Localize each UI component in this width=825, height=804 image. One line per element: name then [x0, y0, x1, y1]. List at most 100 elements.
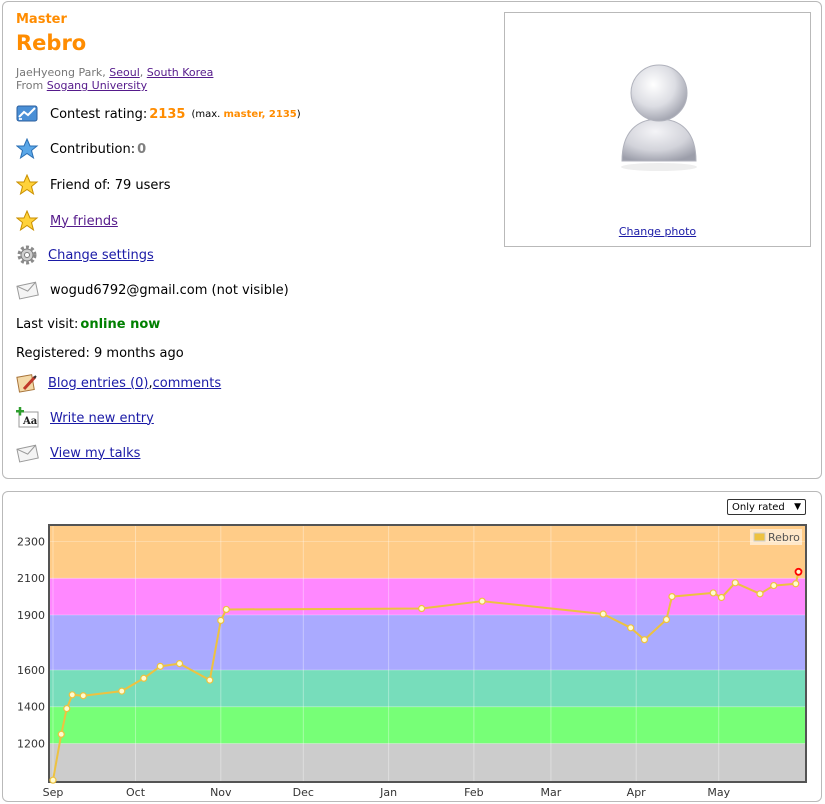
rating-band: [49, 743, 806, 782]
view-my-talks-link[interactable]: View my talks: [50, 446, 140, 461]
rating-band: [49, 578, 806, 615]
rating-point: [63, 704, 71, 713]
write-entry-row: Aa Write new entry: [16, 407, 154, 429]
default-avatar-icon[interactable]: [618, 63, 700, 175]
blog-notepad-icon: [16, 372, 38, 394]
contest-rating-value: 2135: [149, 106, 186, 122]
email-row: wogud6792@gmail.com (not visible): [16, 279, 289, 301]
rating-point: [175, 659, 184, 668]
rating-point: [222, 605, 230, 614]
y-tick-label: 2100: [17, 572, 45, 585]
rating-point: [640, 636, 649, 644]
y-tick-label: 2300: [17, 536, 45, 549]
rating-point: [79, 692, 87, 700]
rating-point: [792, 580, 800, 588]
profile-card: Master Rebro JaeHyeong Park, Seoul, Sout…: [2, 1, 822, 479]
rating-graph-icon: [16, 103, 40, 125]
organization-link[interactable]: Sogang University: [47, 79, 147, 92]
y-tick-label: 1600: [17, 664, 45, 677]
rating-point: [794, 567, 803, 576]
x-tick-label: Sep: [43, 786, 64, 799]
x-tick-label: Apr: [627, 786, 647, 799]
rating-band: [49, 670, 806, 707]
contribution-value: 0: [137, 141, 147, 157]
rating-point: [478, 597, 486, 605]
from-label: From: [16, 79, 47, 92]
blue-star-icon: [16, 138, 40, 160]
legend-label: Rebro: [768, 531, 800, 544]
x-tick-label: Mar: [541, 786, 562, 799]
rating-point: [68, 691, 76, 699]
last-visit-label: Last visit:: [16, 316, 79, 332]
contribution-row: Contribution: 0: [16, 138, 146, 160]
y-tick-label: 1400: [17, 701, 45, 714]
rating-point: [418, 604, 426, 613]
friend-of-row: Friend of: 79 users: [16, 174, 171, 196]
contest-rating-row: Contest rating: 2135 (max. master, 2135): [16, 103, 301, 125]
rating-point: [118, 687, 126, 695]
photo-box: Change photo: [504, 12, 811, 247]
rating-point: [717, 593, 726, 602]
write-new-entry-link[interactable]: Write new entry: [50, 411, 154, 426]
rating-point: [206, 676, 214, 684]
rating-graph-card: Only rated ▼ Sep Oct Nov Dec Jan Feb Mar Apr May…: [2, 491, 822, 802]
max-suffix: ): [296, 108, 301, 120]
user-name-line: JaeHyeong Park, Seoul, South Korea: [16, 66, 214, 79]
contest-rating-label: Contest rating:: [50, 106, 148, 122]
gold-star-icon: [16, 210, 40, 232]
x-tick-label: Dec: [293, 786, 314, 799]
registered-row: Registered: 9 months ago: [16, 342, 184, 364]
gold-star-icon: [16, 174, 40, 196]
rating-point: [709, 589, 717, 597]
rating-point: [731, 579, 739, 587]
rating-point: [156, 662, 164, 670]
rating-point: [49, 776, 57, 784]
city-link[interactable]: Seoul: [109, 66, 140, 79]
envelope-icon: [16, 279, 40, 301]
rating-point: [627, 624, 635, 632]
my-friends-link[interactable]: My friends: [50, 214, 118, 229]
rating-band: [49, 614, 806, 671]
user-rank: Master: [16, 12, 67, 27]
user-full-name: JaeHyeong Park,: [16, 66, 110, 79]
change-settings-row: Change settings: [16, 244, 154, 266]
email-text: wogud6792@gmail.com (not visible): [50, 282, 289, 298]
envelope-icon: [16, 442, 40, 464]
rating-band: [49, 525, 806, 579]
blog-row: Blog entries (0), comments: [16, 372, 221, 394]
new-entry-icon: Aa: [16, 407, 40, 429]
my-friends-row: My friends: [16, 210, 118, 232]
x-tick-label: Feb: [464, 786, 483, 799]
legend-swatch: [753, 532, 766, 542]
contribution-label: Contribution:: [50, 141, 136, 157]
rating-point: [662, 615, 671, 624]
country-link[interactable]: South Korea: [147, 66, 214, 79]
rating-point: [599, 610, 607, 618]
user-organization-line: From Sogang University: [16, 79, 147, 92]
rating-band: [49, 706, 806, 744]
max-rank-value: master, 2135: [223, 108, 297, 120]
blog-entries-link[interactable]: Blog entries (0): [48, 376, 148, 391]
rating-chart: Sep Oct Nov Dec Jan Feb Mar Apr May 1200 1400 1600 1…: [17, 524, 807, 799]
y-tick-label: 1900: [17, 609, 45, 622]
max-prefix: (max.: [191, 108, 224, 120]
gear-icon: [16, 244, 38, 266]
registered-text: Registered: 9 months ago: [16, 345, 184, 361]
rating-point: [770, 581, 778, 590]
change-settings-link[interactable]: Change settings: [48, 248, 154, 263]
x-tick-label: Oct: [126, 786, 146, 799]
user-handle: Rebro: [16, 31, 87, 55]
rating-point: [140, 674, 148, 682]
last-visit-value: online now: [80, 316, 161, 332]
change-photo-link[interactable]: Change photo: [505, 225, 810, 238]
x-tick-label: Jan: [379, 786, 397, 799]
rating-point: [668, 592, 676, 601]
rating-point: [217, 616, 225, 625]
max-rating: (max. master, 2135): [191, 109, 300, 120]
x-tick-label: May: [707, 786, 730, 799]
talks-row: View my talks: [16, 442, 140, 464]
svg-text:Aa: Aa: [22, 416, 38, 427]
y-tick-label: 1200: [17, 737, 45, 750]
comments-link[interactable]: comments: [153, 376, 222, 391]
friend-of-text: Friend of: 79 users: [50, 177, 171, 193]
